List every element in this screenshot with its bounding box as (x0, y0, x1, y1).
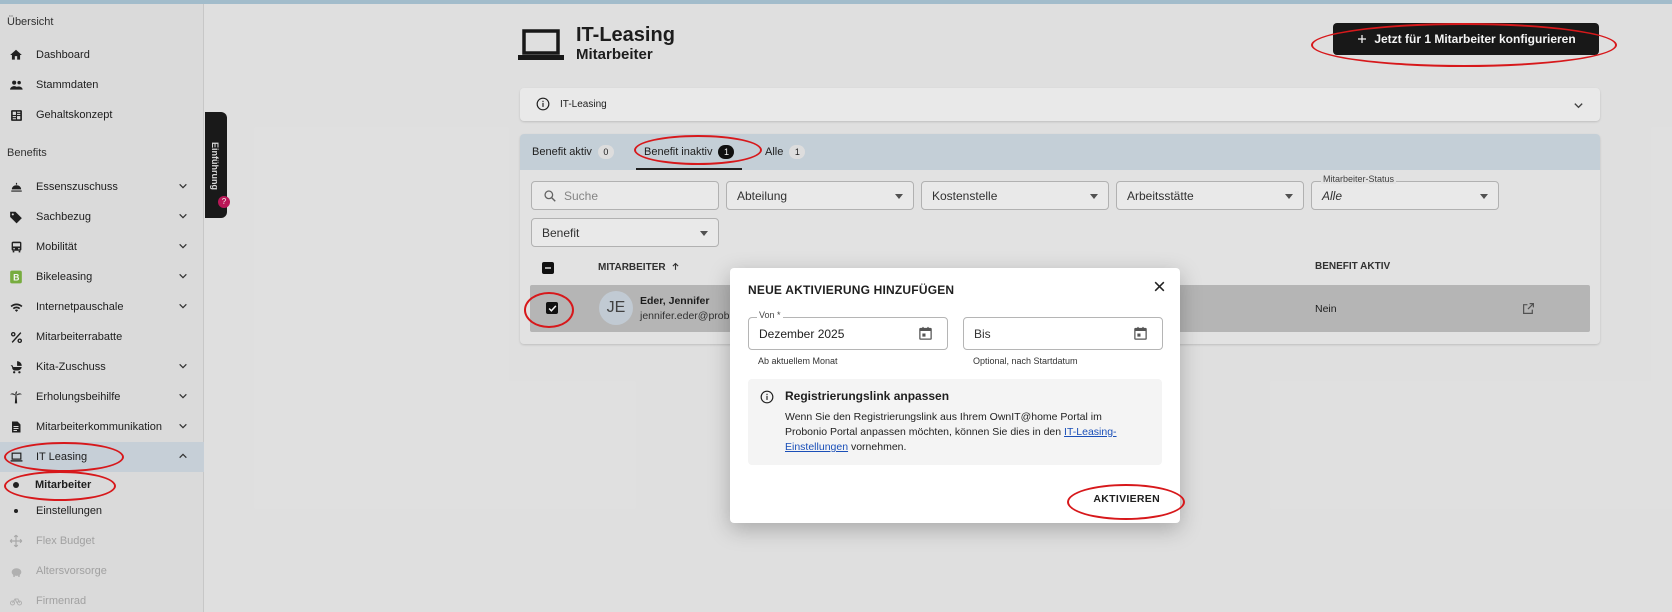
from-date-helper: Ab aktuellem Monat (758, 356, 838, 366)
to-date-placeholder: Bis (974, 326, 991, 341)
calendar-icon[interactable] (1133, 326, 1148, 341)
info-box-title: Registrierungslink anpassen (785, 389, 950, 403)
info-box: Registrierungslink anpassen Wenn Sie den… (748, 379, 1162, 465)
to-date-helper: Optional, nach Startdatum (973, 356, 1078, 366)
info-icon (760, 390, 774, 404)
from-date-value: Dezember 2025 (759, 326, 845, 341)
dialog-title: NEUE AKTIVIERUNG HINZUFÜGEN (748, 283, 955, 297)
info-text-part: Wenn Sie den Registrierungslink aus Ihre… (785, 411, 1102, 438)
close-icon[interactable] (1153, 280, 1166, 293)
activation-dialog: NEUE AKTIVIERUNG HINZUFÜGEN Von * Dezemb… (730, 268, 1180, 523)
from-date-label: Von * (757, 310, 783, 320)
info-text-part: vornehmen. (848, 441, 907, 453)
calendar-icon[interactable] (918, 326, 933, 341)
activate-button[interactable]: AKTIVIEREN (1093, 493, 1160, 505)
info-box-text: Wenn Sie den Registrierungslink aus Ihre… (785, 410, 1135, 455)
to-date-field[interactable]: Bis (963, 317, 1163, 350)
from-date-field[interactable]: Von * Dezember 2025 (748, 310, 948, 350)
